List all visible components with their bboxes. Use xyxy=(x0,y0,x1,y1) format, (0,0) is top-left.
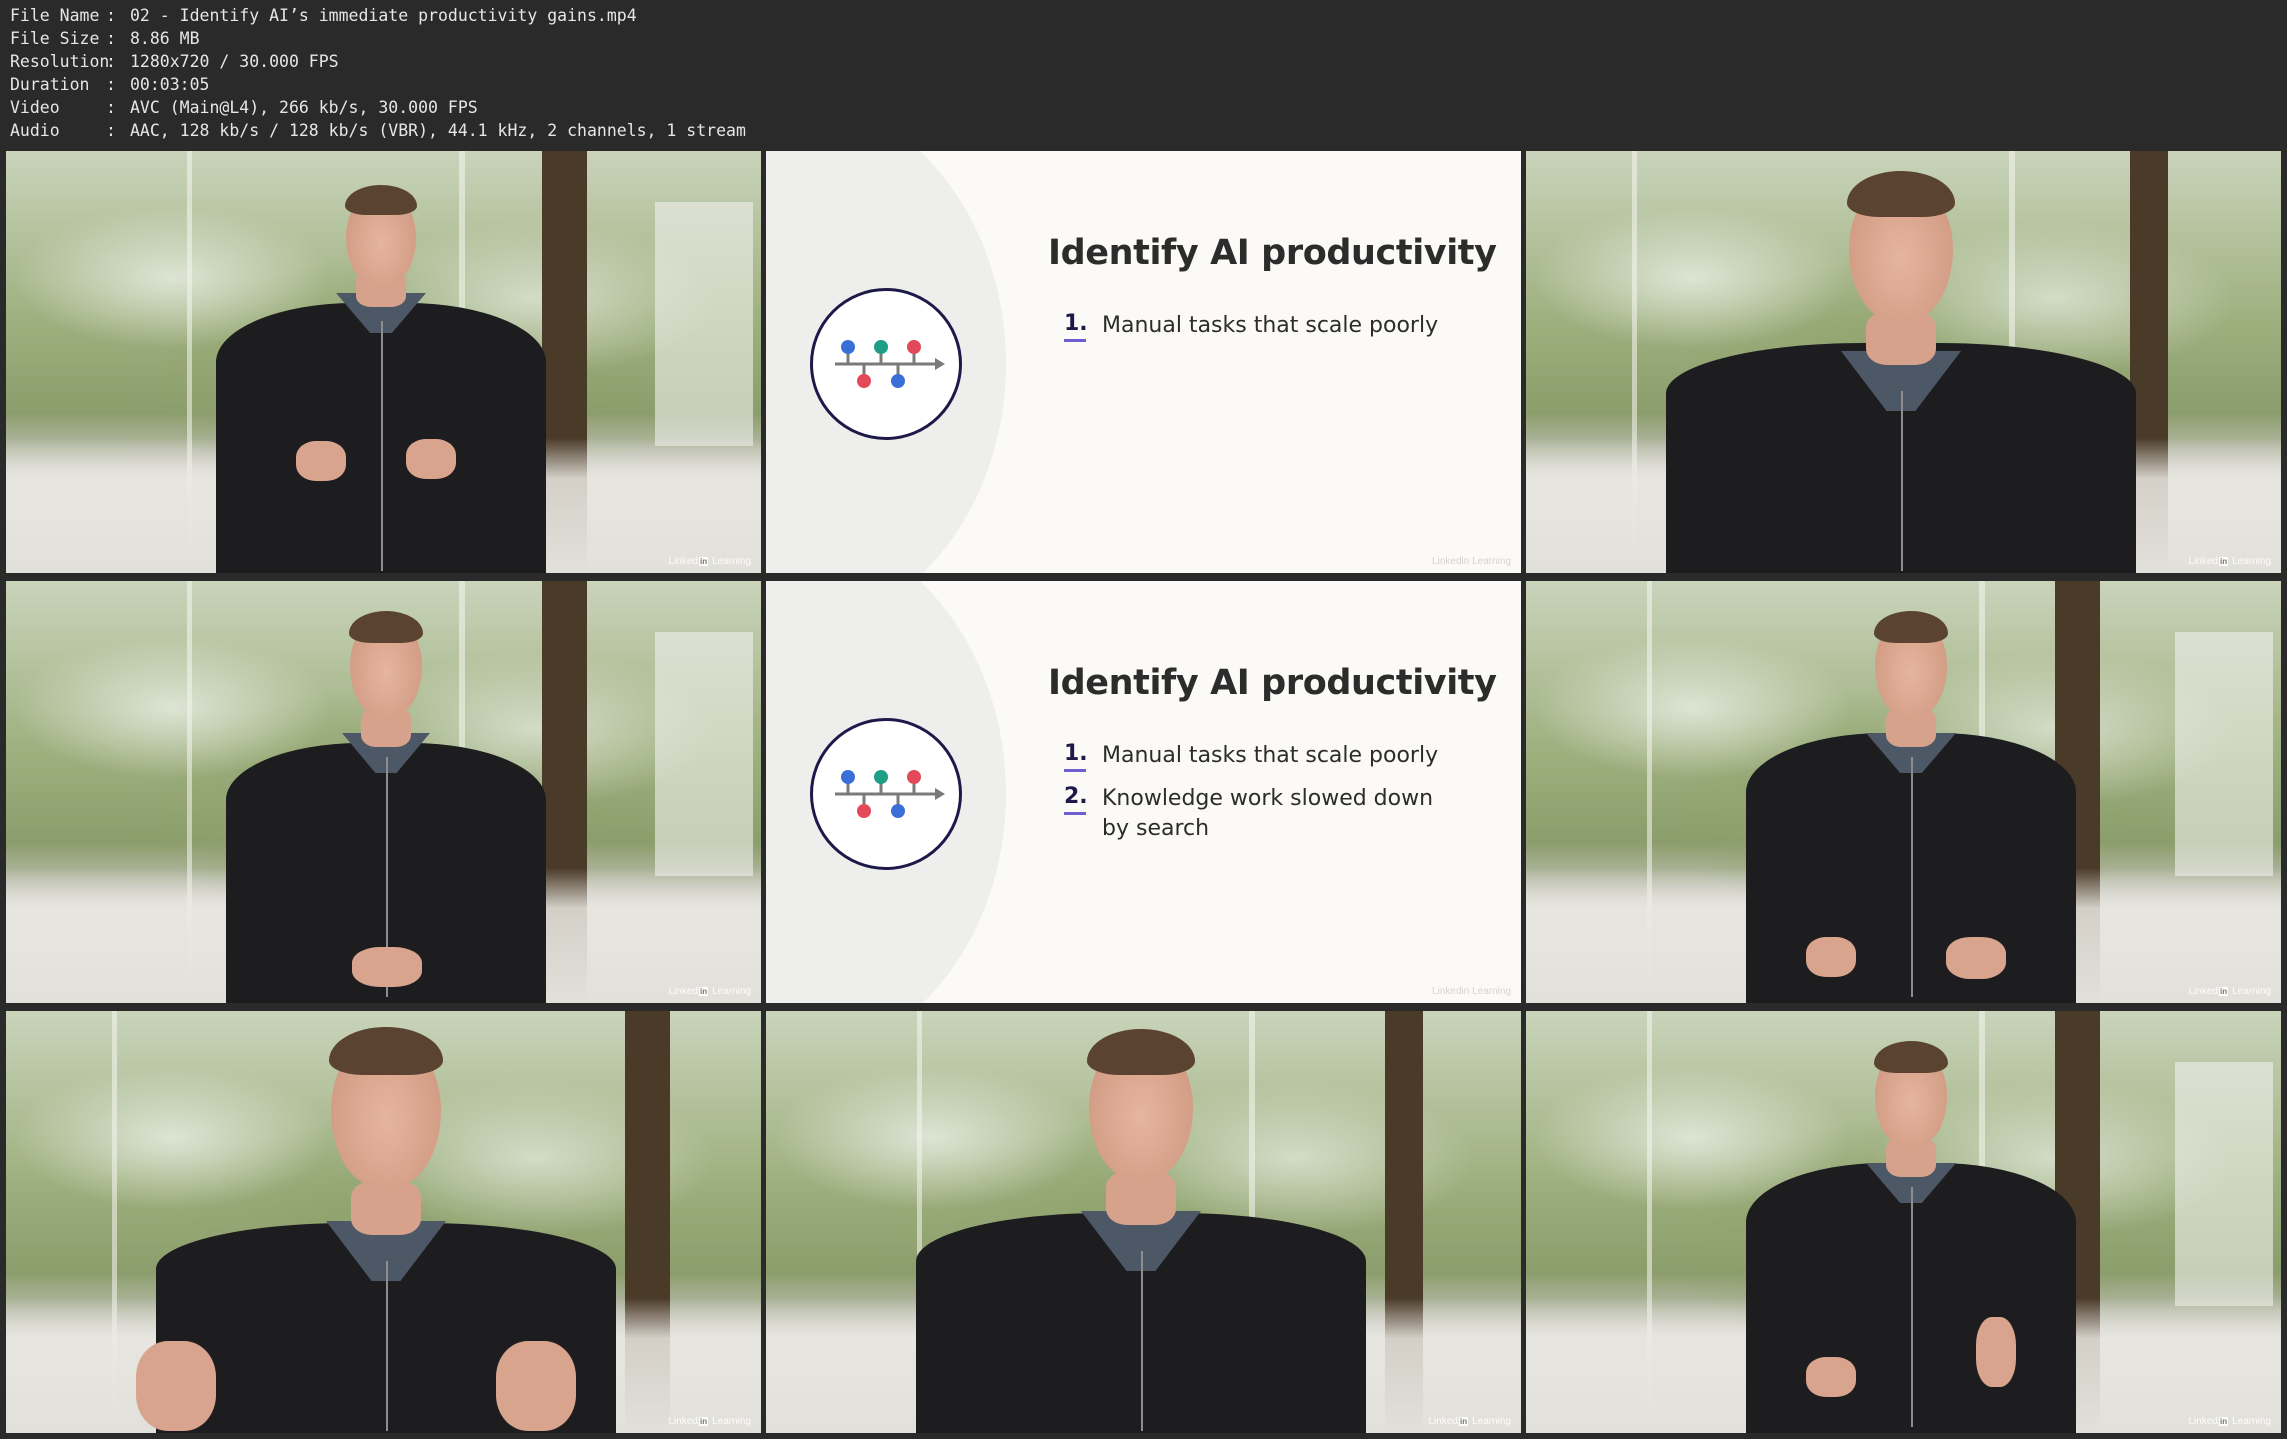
list-number: 1. xyxy=(1064,311,1102,342)
presenter xyxy=(1746,1027,2076,1433)
slide: Identify AI productivity 1. Manual tasks… xyxy=(766,151,1521,573)
linkedin-learning-watermark: Linked in Learning xyxy=(668,556,752,567)
meta-sep: : xyxy=(106,52,116,71)
list-text: Manual tasks that scale poorly xyxy=(1102,313,1439,338)
presenter xyxy=(216,171,546,573)
meta-value: AAC, 128 kb/s / 128 kb/s (VBR), 44.1 kHz… xyxy=(130,121,746,140)
linkedin-learning-watermark: Linked in Learning xyxy=(2188,986,2272,997)
meta-key: File Name xyxy=(10,6,100,25)
linkedin-learning-watermark: Linked in Learning xyxy=(1428,1416,1512,1427)
list-item: 2. Knowledge work slowed down by search xyxy=(1064,784,1442,844)
linkedin-learning-watermark: Linked in Learning xyxy=(2188,556,2272,567)
slide-title: Identify AI productivity xyxy=(1048,233,1497,273)
list-number: 2. xyxy=(1064,784,1102,844)
timeline-icon xyxy=(810,288,962,440)
meta-value: 1280x720 / 30.000 FPS xyxy=(130,52,339,71)
meta-row-audio: Audio : AAC, 128 kb/s / 128 kb/s (VBR), … xyxy=(10,119,746,142)
meta-row-file-size: File Size : 8.86 MB xyxy=(10,27,746,50)
meta-sep: : xyxy=(106,75,116,94)
video-thumbnail-3[interactable]: Linked in Learning xyxy=(6,581,761,1003)
list-number: 1. xyxy=(1064,741,1102,772)
linkedin-learning-watermark: Linkedin Learning xyxy=(1432,986,1511,997)
meta-key: Duration xyxy=(10,75,90,94)
meta-value: 8.86 MB xyxy=(130,29,200,48)
video-thumbnail-6[interactable]: Linked in Learning xyxy=(766,1011,1521,1433)
video-thumbnail-1[interactable]: Linked in Learning xyxy=(6,151,761,573)
meta-row-duration: Duration : 00:03:05 xyxy=(10,73,746,96)
meta-value: AVC (Main@L4), 266 kb/s, 30.000 FPS xyxy=(130,98,478,117)
meta-key: Resolution xyxy=(10,52,110,71)
meta-value: 00:03:05 xyxy=(130,75,210,94)
video-thumbnail-5[interactable]: Linked in Learning xyxy=(6,1011,761,1433)
slide-list: 1. Manual tasks that scale poorly 2. Kno… xyxy=(1064,741,1442,857)
linkedin-learning-watermark: Linkedin Learning xyxy=(1432,556,1511,567)
list-item: 1. Manual tasks that scale poorly xyxy=(1064,311,1442,342)
presenter xyxy=(1746,597,2076,1003)
thumbnail-grid: Linked in Learning Identify AI productiv… xyxy=(6,151,2281,1433)
presenter xyxy=(1666,161,2136,573)
video-thumbnail-2[interactable]: Linked in Learning xyxy=(1526,151,2281,573)
slide: Identify AI productivity 1. Manual tasks… xyxy=(766,581,1521,1003)
list-text: Knowledge work slowed down by search xyxy=(1102,786,1434,841)
file-metadata: File Name : 02 - Identify AI’s immediate… xyxy=(10,4,746,142)
linkedin-learning-watermark: Linked in Learning xyxy=(668,1416,752,1427)
meta-key: Audio xyxy=(10,121,60,140)
meta-value: 02 - Identify AI’s immediate productivit… xyxy=(130,6,637,25)
video-thumbnail-4[interactable]: Linked in Learning xyxy=(1526,581,2281,1003)
meta-sep: : xyxy=(106,29,116,48)
linkedin-learning-watermark: Linked in Learning xyxy=(2188,1416,2272,1427)
meta-row-video: Video : AVC (Main@L4), 266 kb/s, 30.000 … xyxy=(10,96,746,119)
meta-sep: : xyxy=(106,6,116,25)
slide-list: 1. Manual tasks that scale poorly xyxy=(1064,311,1442,354)
presenter xyxy=(916,1021,1366,1433)
meta-row-resolution: Resolution : 1280x720 / 30.000 FPS xyxy=(10,50,746,73)
list-item: 1. Manual tasks that scale poorly xyxy=(1064,741,1442,772)
linkedin-learning-watermark: Linked in Learning xyxy=(668,986,752,997)
meta-sep: : xyxy=(106,121,116,140)
presenter xyxy=(226,597,546,1003)
meta-row-file-name: File Name : 02 - Identify AI’s immediate… xyxy=(10,4,746,27)
slide-thumbnail-1[interactable]: Identify AI productivity 1. Manual tasks… xyxy=(766,151,1521,573)
meta-sep: : xyxy=(106,98,116,117)
presenter xyxy=(136,1021,616,1433)
timeline-icon xyxy=(810,718,962,870)
slide-title: Identify AI productivity xyxy=(1048,663,1497,703)
list-text: Manual tasks that scale poorly xyxy=(1102,743,1439,768)
slide-thumbnail-2[interactable]: Identify AI productivity 1. Manual tasks… xyxy=(766,581,1521,1003)
video-thumbnail-7[interactable]: Linked in Learning xyxy=(1526,1011,2281,1433)
meta-key: Video xyxy=(10,98,60,117)
meta-key: File Size xyxy=(10,29,100,48)
